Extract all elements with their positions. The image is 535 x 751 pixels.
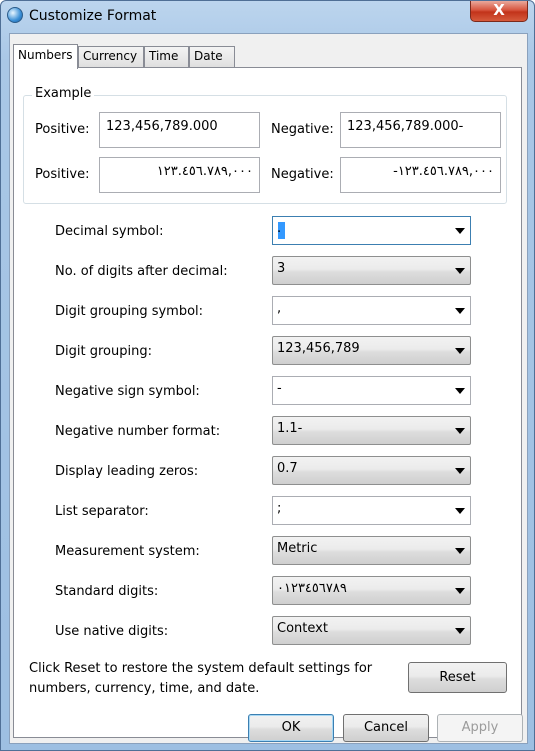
digit-grouping-label: Digit grouping: [55,344,152,359]
title-bar[interactable]: Customize Format X [1,1,534,33]
list-separator-label: List separator: [55,504,149,519]
customize-format-window: Customize Format X Numbers Currency Time… [0,0,535,751]
digits-after-decimal-combo[interactable]: 3 [272,256,471,285]
use-native-digits-label: Use native digits: [55,624,169,639]
chevron-down-icon[interactable] [455,348,465,354]
display-leading-zeros-combo[interactable]: 0.7 [272,456,471,485]
example-positive-value: 123,456,789.000 [99,112,260,148]
chevron-down-icon[interactable] [455,628,465,634]
example-negative-native-value: -١٢٣.٤٥٦.٧٨٩,٠٠٠ [340,157,501,193]
tab-date[interactable]: Date [189,46,235,67]
chevron-down-icon[interactable] [455,268,465,274]
reset-button[interactable]: Reset [408,662,507,693]
example-negative-value: 123,456,789.000- [340,112,501,148]
digit-grouping-symbol-label: Digit grouping symbol: [55,304,204,319]
example-legend: Example [32,86,95,101]
tab-time[interactable]: Time [144,46,189,67]
chevron-down-icon[interactable] [455,228,465,234]
chevron-down-icon[interactable] [455,428,465,434]
tab-currency[interactable]: Currency [78,46,144,67]
standard-digits-combo[interactable]: ٠١٢٣٤٥٦٧٨٩ [272,576,471,605]
dialog-body: Numbers Currency Time Date Example Posit… [9,33,528,744]
negative-sign-symbol-label: Negative sign symbol: [55,384,200,399]
measurement-system-label: Measurement system: [55,544,200,559]
chevron-down-icon[interactable] [455,588,465,594]
chevron-down-icon[interactable] [455,548,465,554]
close-button[interactable]: X [470,1,528,22]
use-native-digits-combo[interactable]: Context [272,616,471,645]
example-positive-native-label: Positive: [35,167,90,182]
negative-number-format-label: Negative number format: [55,424,221,439]
chevron-down-icon[interactable] [455,508,465,514]
standard-digits-label: Standard digits: [55,584,159,599]
example-negative-native-label: Negative: [271,167,334,182]
decimal-symbol-combo[interactable]: . [272,216,471,245]
example-negative-label: Negative: [271,122,334,137]
reset-note-line-2: numbers, currency, time, and date. [29,681,260,696]
example-positive-label: Positive: [35,122,90,137]
tab-numbers[interactable]: Numbers [13,44,78,69]
apply-button[interactable]: Apply [437,714,523,742]
reset-note-line-1: Click Reset to restore the system defaul… [29,661,373,676]
digit-grouping-combo[interactable]: 123,456,789 [272,336,471,365]
window-title: Customize Format [29,8,157,24]
negative-sign-symbol-combo[interactable]: - [272,376,471,405]
measurement-system-combo[interactable]: Metric [272,536,471,565]
decimal-symbol-label: Decimal symbol: [55,224,164,239]
cancel-button[interactable]: Cancel [343,714,429,742]
digit-grouping-symbol-combo[interactable]: , [272,296,471,325]
chevron-down-icon[interactable] [455,468,465,474]
digits-after-decimal-label: No. of digits after decimal: [55,264,228,279]
globe-icon [7,7,23,23]
list-separator-combo[interactable]: ; [272,496,471,525]
chevron-down-icon[interactable] [455,308,465,314]
display-leading-zeros-label: Display leading zeros: [55,464,199,479]
example-positive-native-value: ١٢٣.٤٥٦.٧٨٩,٠٠٠ [99,157,260,193]
ok-button[interactable]: OK [248,714,334,742]
negative-number-format-combo[interactable]: 1.1- [272,416,471,445]
chevron-down-icon[interactable] [455,388,465,394]
